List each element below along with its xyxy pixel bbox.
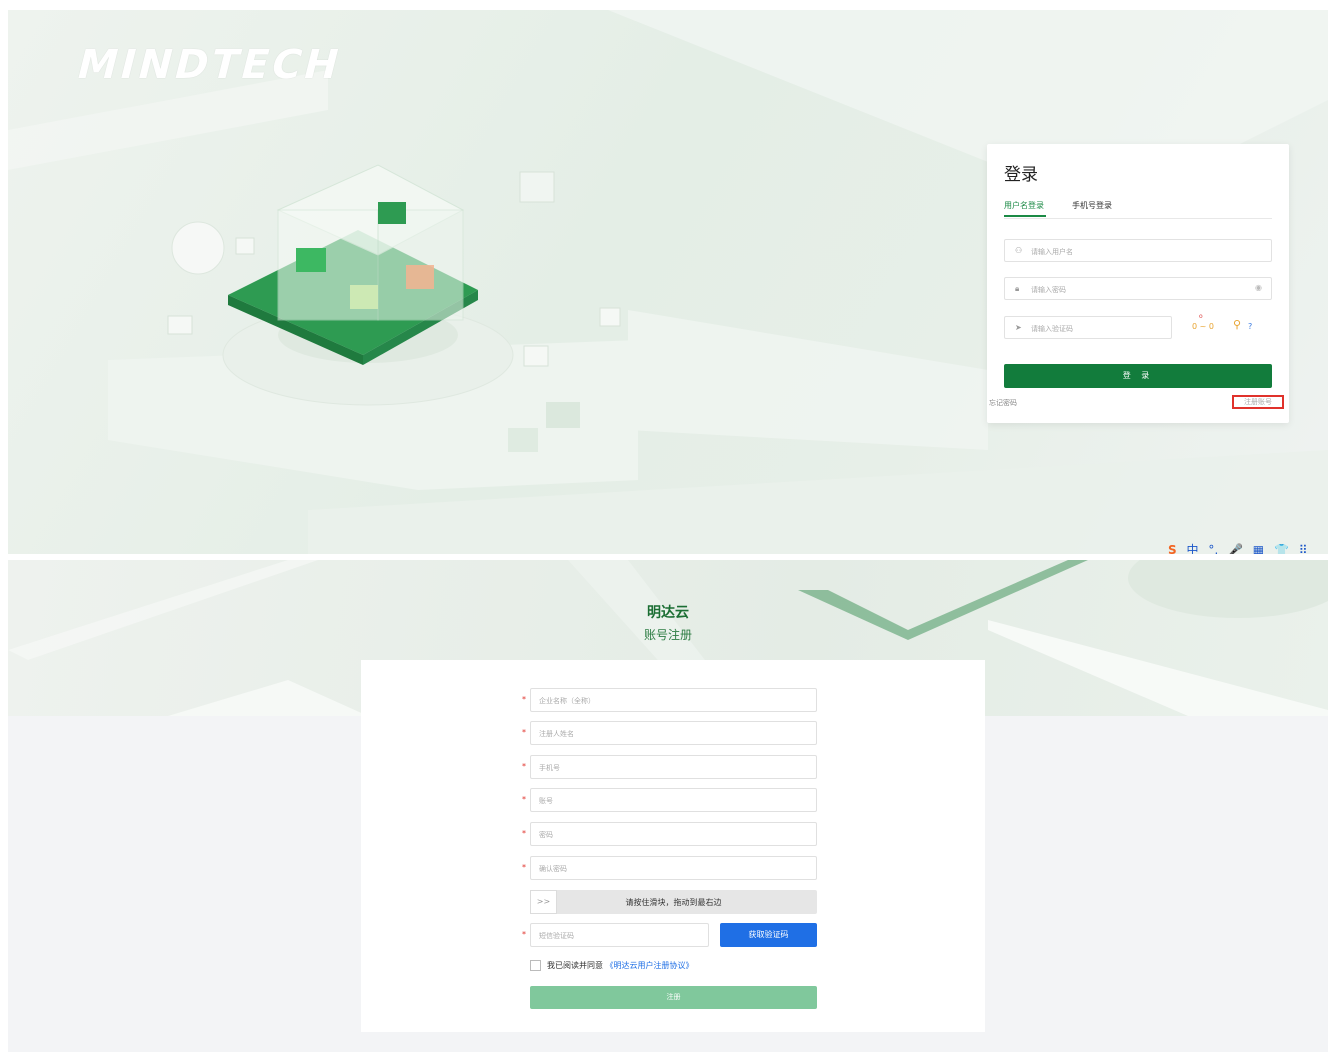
captcha-image[interactable]: 0 ~ 0 o ⚲ ? <box>1186 312 1266 338</box>
send-icon: ➤ <box>1015 323 1022 332</box>
captcha-input[interactable]: ➤ 请输入验证码 <box>1004 316 1172 339</box>
sms-code-input[interactable]: 短信验证码 <box>530 923 709 947</box>
ime-chinese-mode[interactable]: 中 <box>1186 541 1198 554</box>
microphone-icon[interactable]: 🎤 <box>1228 543 1243 554</box>
login-button[interactable]: 登 录 <box>1004 364 1272 388</box>
brand-title: 明达云 <box>647 605 689 621</box>
account-input[interactable]: 账号 <box>530 788 817 812</box>
login-screen: MINDTECH 登录 用户名登录 手机号登录 ⚇ 请输入用户名 🔒︎ 请输入密… <box>8 10 1328 554</box>
registrant-name-row: * 注册人姓名 <box>522 721 819 745</box>
required-mark: * <box>522 930 526 939</box>
user-icon: ⚇ <box>1015 246 1023 255</box>
get-code-button[interactable]: 获取验证码 <box>720 923 817 947</box>
required-mark: * <box>522 695 526 704</box>
sogou-logo-icon[interactable]: S <box>1168 543 1177 554</box>
captcha-question: ? <box>1248 322 1253 331</box>
required-mark: * <box>522 795 526 804</box>
captcha-placeholder: 请输入验证码 <box>1031 325 1073 333</box>
keyboard-icon[interactable]: ▦ <box>1253 543 1264 554</box>
register-screen: 明达云 账号注册 * 企业名称（全称） * 注册人姓名 * 手机号 * 账号 *… <box>8 560 1328 1052</box>
active-tab-indicator <box>1004 215 1046 217</box>
agreement-link[interactable]: 《明达云用户注册协议》 <box>606 961 694 970</box>
required-mark: * <box>522 728 526 737</box>
slide-verification[interactable]: 请按住滑块，拖动到最右边 >> <box>530 890 817 914</box>
slider-hint: 请按住滑块，拖动到最右边 <box>625 898 722 907</box>
mindtech-logo: MINDTECH <box>72 42 347 88</box>
captcha-text: 0 ~ 0 <box>1192 322 1214 331</box>
tab-phone-login[interactable]: 手机号登录 <box>1072 200 1112 211</box>
register-password-input[interactable]: 密码 <box>530 822 817 846</box>
password-input[interactable]: 🔒︎ 请输入密码 ◉ <box>1004 277 1272 300</box>
register-form: * 企业名称（全称） * 注册人姓名 * 手机号 * 账号 * 密码 * 确认密… <box>361 660 985 1032</box>
company-name-row: * 企业名称（全称） <box>522 688 819 712</box>
registrant-name-input[interactable]: 注册人姓名 <box>530 721 817 745</box>
required-mark: * <box>522 829 526 838</box>
company-name-input[interactable]: 企业名称（全称） <box>530 688 817 712</box>
captcha-dot: o <box>1199 313 1203 320</box>
phone-input[interactable]: 手机号 <box>530 755 817 779</box>
password-row: * 密码 <box>522 822 819 846</box>
account-row: * 账号 <box>522 788 819 812</box>
lock-icon: 🔒︎ <box>1015 284 1020 293</box>
forgot-password-link[interactable]: 忘记密码 <box>989 398 1017 408</box>
username-placeholder: 请输入用户名 <box>1031 248 1073 256</box>
confirm-password-row: * 确认密码 <box>522 856 819 880</box>
toolbox-icon[interactable]: ⠿ <box>1299 543 1308 554</box>
tab-username-login[interactable]: 用户名登录 <box>1004 200 1044 211</box>
ime-toolbar: S 中 °, 🎤 ▦ 👕 ⠿ <box>1168 541 1314 554</box>
register-subtitle: 账号注册 <box>643 628 692 642</box>
login-tabs: 用户名登录 手机号登录 <box>1004 200 1272 219</box>
eye-icon[interactable]: ◉ <box>1255 283 1262 292</box>
login-title: 登录 <box>1004 165 1038 185</box>
confirm-password-input[interactable]: 确认密码 <box>530 856 817 880</box>
agreement-checkbox[interactable] <box>530 960 541 971</box>
login-card: 登录 用户名登录 手机号登录 ⚇ 请输入用户名 🔒︎ 请输入密码 ◉ ➤ 请输入… <box>987 144 1289 423</box>
skin-icon[interactable]: 👕 <box>1274 543 1289 554</box>
phone-row: * 手机号 <box>522 755 819 779</box>
register-submit-button[interactable]: 注册 <box>530 986 817 1009</box>
required-mark: * <box>522 762 526 771</box>
agreement-row: 我已阅读并同意 《明达云用户注册协议》 <box>530 960 694 974</box>
agreement-text: 我已阅读并同意 <box>547 961 603 970</box>
password-placeholder: 请输入密码 <box>1031 286 1066 294</box>
ime-punctuation[interactable]: °, <box>1208 543 1218 554</box>
register-account-link[interactable]: 注册账号 <box>1232 395 1284 409</box>
required-mark: * <box>522 863 526 872</box>
slider-handle[interactable]: >> <box>530 890 557 914</box>
captcha-magnifier-icon: ⚲ <box>1233 318 1242 331</box>
username-input[interactable]: ⚇ 请输入用户名 <box>1004 239 1272 262</box>
sms-code-row: * 短信验证码 获取验证码 <box>522 923 822 947</box>
